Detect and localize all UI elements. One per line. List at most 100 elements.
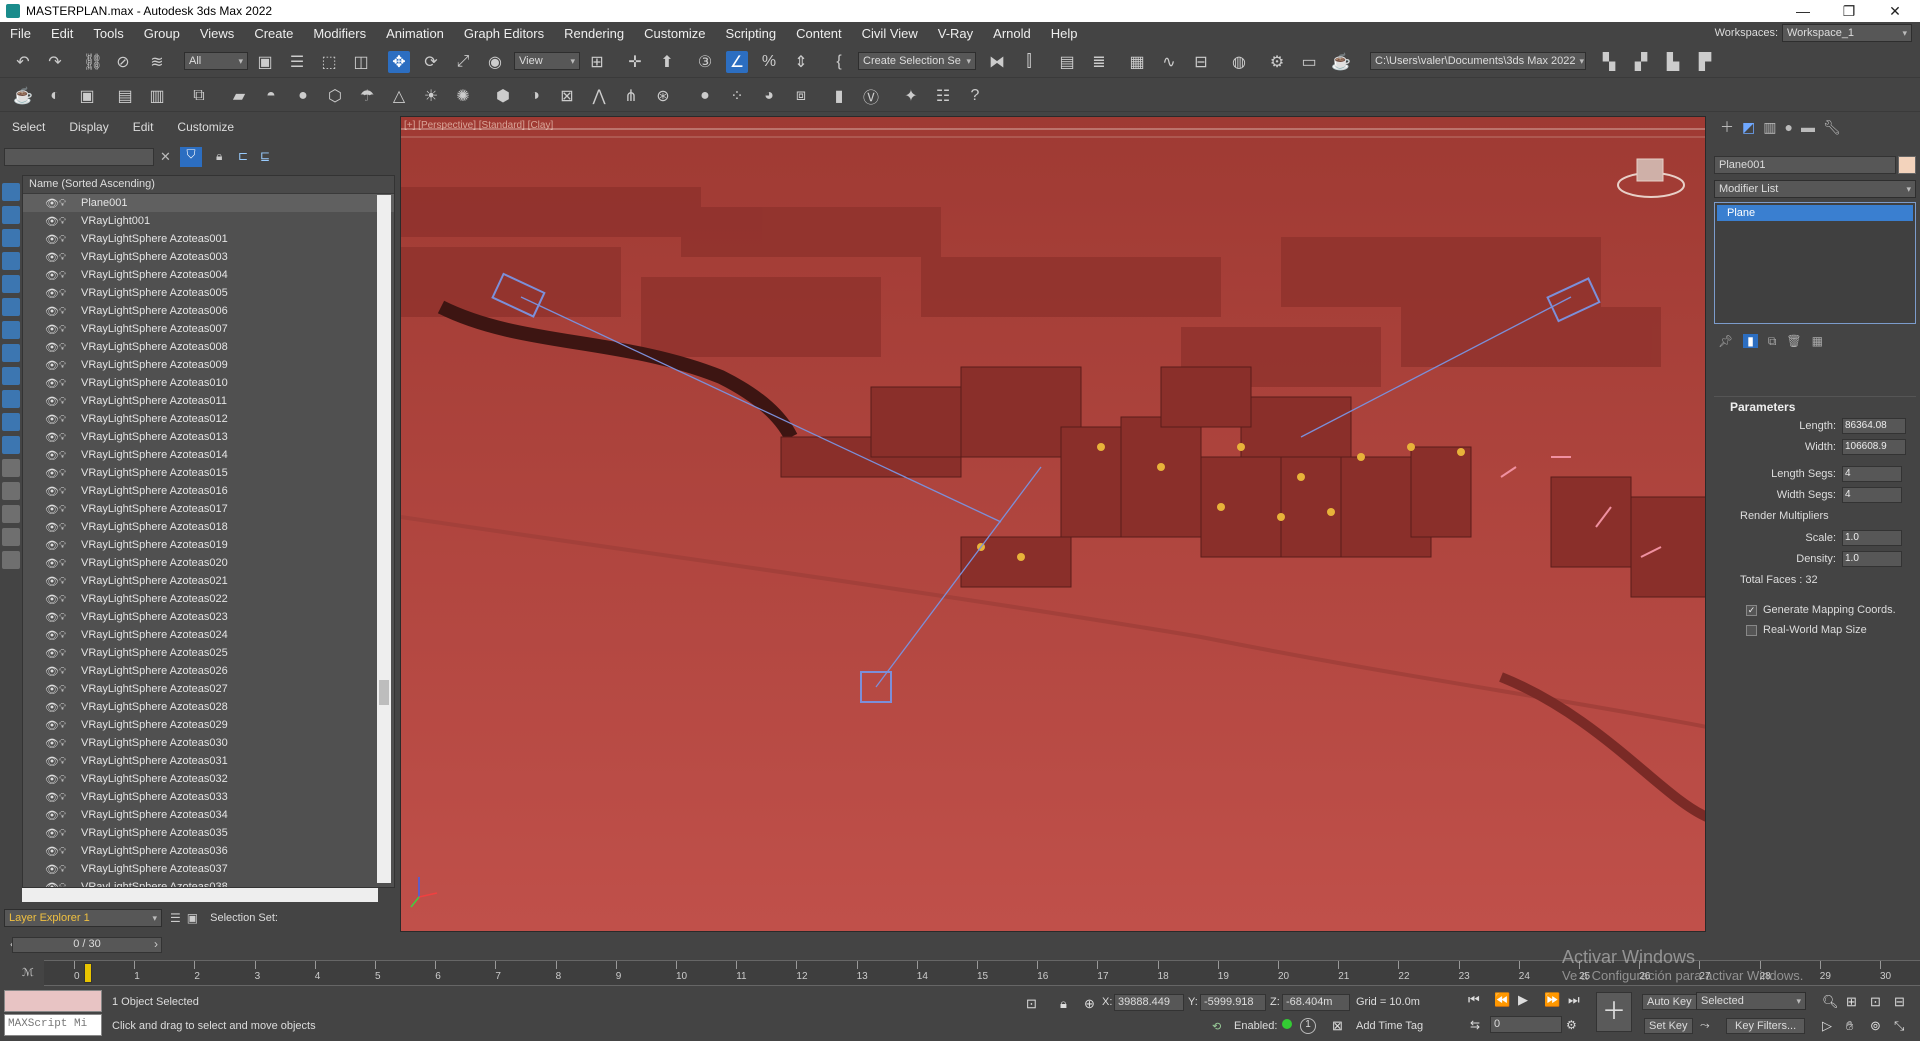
vray-batch-icon[interactable]: ⧉ [188,85,210,107]
vray-sphere-light-icon[interactable]: ● [292,85,314,107]
visibility-eye-icon[interactable]: 👁︎ [45,809,59,822]
render-light-icon[interactable]: 💡︎ [59,234,73,245]
time-slider-frame[interactable]: 0 / 30 [12,937,162,953]
current-frame-field[interactable]: 0 [1490,1016,1562,1033]
vray-dome-light-icon[interactable]: ◓ [260,85,282,107]
vray-sphere-fade-icon[interactable]: ◑ [524,85,546,107]
orbit-icon[interactable]: ⊚ [1870,1018,1881,1034]
named-selection-dropdown[interactable]: Create Selection Se [858,52,976,70]
render-light-icon[interactable]: 💡︎ [59,342,73,353]
toggle-scene-explorer-icon[interactable]: ▤ [1056,51,1078,73]
align-icon[interactable]: ⫿ [1018,51,1040,73]
utilities-tab-icon[interactable]: 🔧︎ [1823,119,1841,136]
list-item[interactable]: 👁︎ 💡︎ VRayLightSphere Azoteas005 [23,284,394,302]
render-light-icon[interactable]: 💡︎ [59,702,73,713]
visibility-eye-icon[interactable]: 👁︎ [45,719,59,732]
display-xrefs-icon[interactable] [2,344,20,362]
vray-dim-icon[interactable]: ▮ [828,85,850,107]
toggle-ribbon-icon[interactable]: ▦ [1126,51,1148,73]
list-vertical-scrollbar[interactable] [377,195,391,883]
project-path-dropdown[interactable]: C:\Users\valer\Documents\3ds Max 2022 [1370,52,1586,70]
list-item[interactable]: 👁︎ 💡︎ VRayLightSphere Azoteas006 [23,302,394,320]
selection-filter-dropdown[interactable]: All [184,52,248,70]
field-of-view-icon[interactable]: ▷ [1822,1018,1832,1034]
pin-stack-icon[interactable]: 📌︎ [1718,334,1733,348]
list-item[interactable]: 👁︎ 💡︎ VRayLightSphere Azoteas019 [23,536,394,554]
visibility-eye-icon[interactable]: 👁︎ [45,791,59,804]
render-light-icon[interactable]: 💡︎ [59,828,73,839]
maximize-button[interactable]: ❐ [1826,0,1872,22]
menu-vray[interactable]: V-Ray [928,26,983,41]
vray-settings-icon[interactable]: ☷ [932,85,954,107]
display-helpers-icon[interactable] [2,275,20,293]
vray-sky-icon[interactable]: ✺ [452,85,474,107]
list-item[interactable]: 👁︎ 💡︎ VRayLightSphere Azoteas021 [23,572,394,590]
list-item[interactable]: 👁︎ 💡︎ VRayLightSphere Azoteas032 [23,770,394,788]
render-light-icon[interactable]: 💡︎ [59,270,73,281]
render-light-icon[interactable]: 💡︎ [59,756,73,767]
list-item[interactable]: 👁︎ 💡︎ VRayLightSphere Azoteas029 [23,716,394,734]
visibility-eye-icon[interactable]: 👁︎ [45,593,59,606]
menu-arnold[interactable]: Arnold [983,26,1041,41]
list-item[interactable]: 👁︎ 💡︎ VRayLightSphere Azoteas018 [23,518,394,536]
project-config-icon[interactable]: ▛ [1694,51,1716,73]
list-item[interactable]: 👁︎ 💡︎ VRayLightSphere Azoteas037 [23,860,394,878]
list-item[interactable]: 👁︎ 💡︎ VRayLightSphere Azoteas030 [23,734,394,752]
list-item[interactable]: 👁︎ 💡︎ VRayLightSphere Azoteas031 [23,752,394,770]
vray-ipr-icon[interactable]: ◐ [44,85,66,107]
length-spinner[interactable]: 86364.08 [1842,418,1906,434]
scene-search-input[interactable] [4,148,154,166]
key-tangent-icon[interactable]: ⤳ [1700,1018,1710,1033]
vray-teapot-icon[interactable]: ☕ [12,85,34,107]
visibility-eye-icon[interactable]: 👁︎ [45,881,59,888]
list-item[interactable]: 👁︎ 💡︎ VRayLightSphere Azoteas003 [23,248,394,266]
vray-clipper-icon[interactable]: ⊛ [652,85,674,107]
render-setup-icon[interactable]: ⚙ [1266,51,1288,73]
selection-lock-icon[interactable]: 🔒︎ [1060,996,1067,1012]
visibility-eye-icon[interactable]: 👁︎ [45,665,59,678]
list-item[interactable]: 👁︎ 💡︎ Plane001 [23,194,394,212]
visibility-eye-icon[interactable]: 👁︎ [45,269,59,282]
list-item[interactable]: 👁︎ 💡︎ VRayLightSphere Azoteas007 [23,320,394,338]
generate-mapping-checkbox[interactable]: ✓ Generate Mapping Coords. [1714,600,1916,620]
list-item[interactable]: 👁︎ 💡︎ VRayLightSphere Azoteas010 [23,374,394,392]
minimize-button[interactable]: — [1780,0,1826,22]
real-world-map-checkbox[interactable]: Real-World Map Size [1714,620,1916,640]
prev-key-icon[interactable]: ⏪ [1494,992,1510,1008]
layers-icon[interactable]: ⊑ [260,149,270,163]
visibility-eye-icon[interactable]: 👁︎ [45,305,59,318]
filter-funnel-icon[interactable] [2,528,20,546]
render-light-icon[interactable]: 💡︎ [59,486,73,497]
visibility-eye-icon[interactable]: 👁︎ [45,647,59,660]
render-light-icon[interactable]: 💡︎ [59,450,73,461]
checkbox-unchecked-icon[interactable] [1746,624,1757,636]
y-coord-field[interactable]: -5999.918 [1200,994,1266,1011]
project-folder-icon[interactable]: ▚ [1598,51,1620,73]
scene-menu-customize[interactable]: Customize [165,120,246,134]
zoom-all-icon[interactable]: ⊞ [1846,994,1857,1010]
menu-tools[interactable]: Tools [83,26,133,41]
enabled-indicator[interactable] [1282,1019,1292,1029]
rect-selection-icon[interactable]: ⬚ [318,51,340,73]
visibility-eye-icon[interactable]: 👁︎ [45,611,59,624]
visibility-eye-icon[interactable]: 👁︎ [45,773,59,786]
menu-help[interactable]: Help [1041,26,1088,41]
layer-manager-icon[interactable]: ▣ [187,911,198,925]
render-light-icon[interactable]: 💡︎ [59,198,73,209]
add-time-tag-icon[interactable]: ⊠ [1332,1018,1343,1034]
visibility-eye-icon[interactable]: 👁︎ [45,197,59,210]
visibility-eye-icon[interactable]: 👁︎ [45,521,59,534]
visibility-eye-icon[interactable]: 👁︎ [45,323,59,336]
render-light-icon[interactable]: 💡︎ [59,468,73,479]
render-light-icon[interactable]: 💡︎ [59,432,73,443]
pan-view-icon[interactable]: ✋︎ [1846,1018,1853,1034]
render-light-icon[interactable]: 💡︎ [59,684,73,695]
play-icon[interactable]: ▶ [1518,992,1528,1008]
next-frame-icon[interactable]: › [154,937,158,951]
list-item[interactable]: 👁︎ 💡︎ VRayLightSphere Azoteas024 [23,626,394,644]
render-light-icon[interactable]: 💡︎ [59,252,73,263]
select-and-move-icon[interactable]: ✥ [388,51,410,73]
z-coord-field[interactable]: -68.404m [1282,994,1350,1011]
toggle-layer-explorer-icon[interactable]: ≣ [1088,51,1110,73]
render-production-icon[interactable]: ☕ [1330,51,1352,73]
